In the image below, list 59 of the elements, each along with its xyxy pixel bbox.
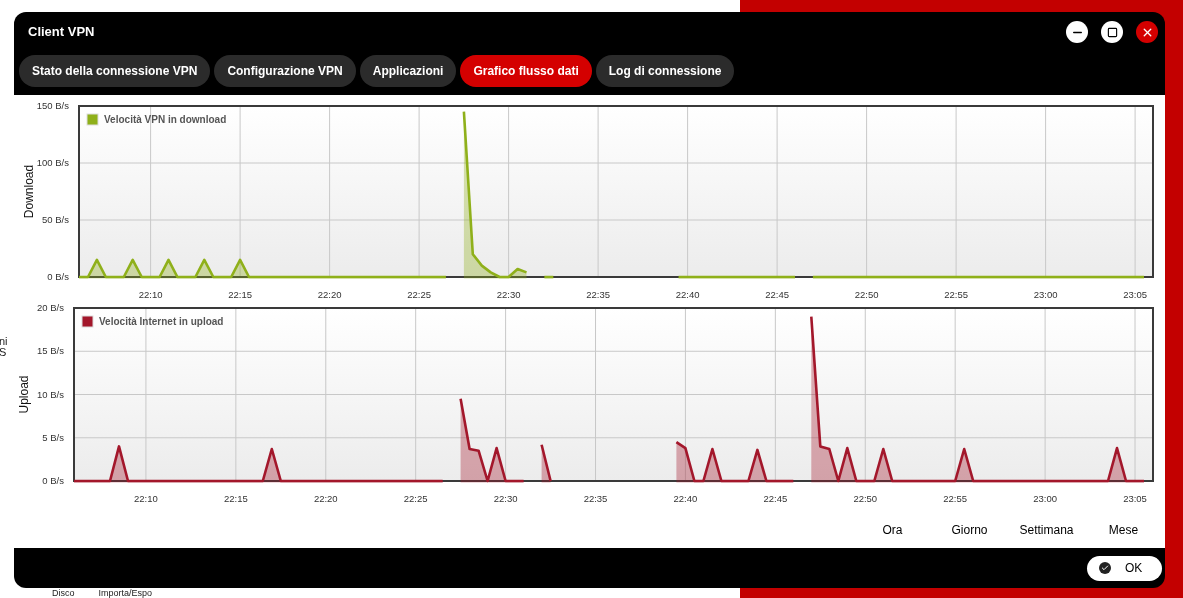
x-tick-label: 23:00 xyxy=(1033,289,1058,300)
x-tick-label: 22:45 xyxy=(763,493,788,503)
y-axis-title: Download xyxy=(22,164,36,219)
background-text: ni xyxy=(0,336,8,347)
x-tick-label: 22:20 xyxy=(317,289,342,300)
x-tick-label: 22:55 xyxy=(944,289,968,300)
x-tick-label: 23:05 xyxy=(1123,493,1147,503)
x-tick-label: 22:10 xyxy=(138,289,163,300)
y-tick-label: 0 B/s xyxy=(47,271,69,282)
maximize-icon xyxy=(1106,26,1118,38)
x-tick-label: 22:15 xyxy=(228,289,252,300)
x-tick-label: 22:50 xyxy=(853,493,878,503)
x-tick-label: 22:25 xyxy=(407,289,431,300)
x-tick-label: 22:15 xyxy=(223,493,248,503)
tab[interactable]: Applicazioni xyxy=(359,55,457,87)
tab[interactable]: Configurazione VPN xyxy=(214,55,356,87)
background-text: S xyxy=(0,347,7,358)
legend-label: Velocità Internet in upload xyxy=(99,316,224,327)
x-tick-label: 22:55 xyxy=(943,493,968,503)
x-tick-label: 22:20 xyxy=(313,493,338,503)
y-tick-label: 15 B/s xyxy=(37,345,64,357)
range-button[interactable]: Mese xyxy=(1085,520,1162,539)
x-tick-label: 22:40 xyxy=(673,493,698,503)
x-tick-label: 22:30 xyxy=(493,493,518,503)
background-text: Disco xyxy=(52,588,75,598)
y-tick-label: 5 B/s xyxy=(42,431,64,443)
check-circle-icon xyxy=(1099,562,1111,574)
y-axis-title: Upload xyxy=(17,375,31,414)
range-button[interactable]: Settimana xyxy=(1008,520,1085,539)
y-tick-label: 0 B/s xyxy=(42,475,64,486)
y-tick-label: 50 B/s xyxy=(42,214,69,225)
x-tick-label: 22:25 xyxy=(403,493,428,503)
y-tick-label: 150 B/s xyxy=(36,100,69,111)
x-tick-label: 22:50 xyxy=(854,289,879,300)
tab[interactable]: Stato della connessione VPN xyxy=(19,55,211,87)
tab[interactable]: Log di connessione xyxy=(595,55,735,87)
close-button[interactable] xyxy=(1136,21,1158,43)
y-tick-label: 20 B/s xyxy=(37,303,64,313)
legend-label: Velocità VPN in download xyxy=(104,114,227,125)
maximize-button[interactable] xyxy=(1101,21,1123,43)
x-tick-label: 22:35 xyxy=(586,289,610,300)
x-tick-label: 22:35 xyxy=(583,493,608,503)
x-tick-label: 22:40 xyxy=(675,289,700,300)
range-button[interactable]: Giorno xyxy=(931,520,1008,539)
x-tick-label: 22:45 xyxy=(765,289,789,300)
x-tick-label: 22:10 xyxy=(134,493,158,503)
range-button[interactable]: Ora xyxy=(854,520,931,539)
x-tick-label: 23:05 xyxy=(1123,289,1147,300)
background-text: Importa/Espo xyxy=(98,588,153,598)
legend-swatch xyxy=(86,113,99,126)
x-tick-label: 23:00 xyxy=(1033,493,1057,503)
tab[interactable]: Grafico flusso dati xyxy=(460,55,592,87)
legend-swatch xyxy=(81,315,94,328)
minimize-button[interactable] xyxy=(1066,21,1088,43)
window-title: Client VPN xyxy=(28,23,95,42)
ok-button[interactable]: OK xyxy=(1087,555,1162,581)
x-tick-label: 22:30 xyxy=(496,289,521,300)
y-tick-label: 100 B/s xyxy=(36,157,69,168)
y-tick-label: 10 B/s xyxy=(37,388,64,400)
